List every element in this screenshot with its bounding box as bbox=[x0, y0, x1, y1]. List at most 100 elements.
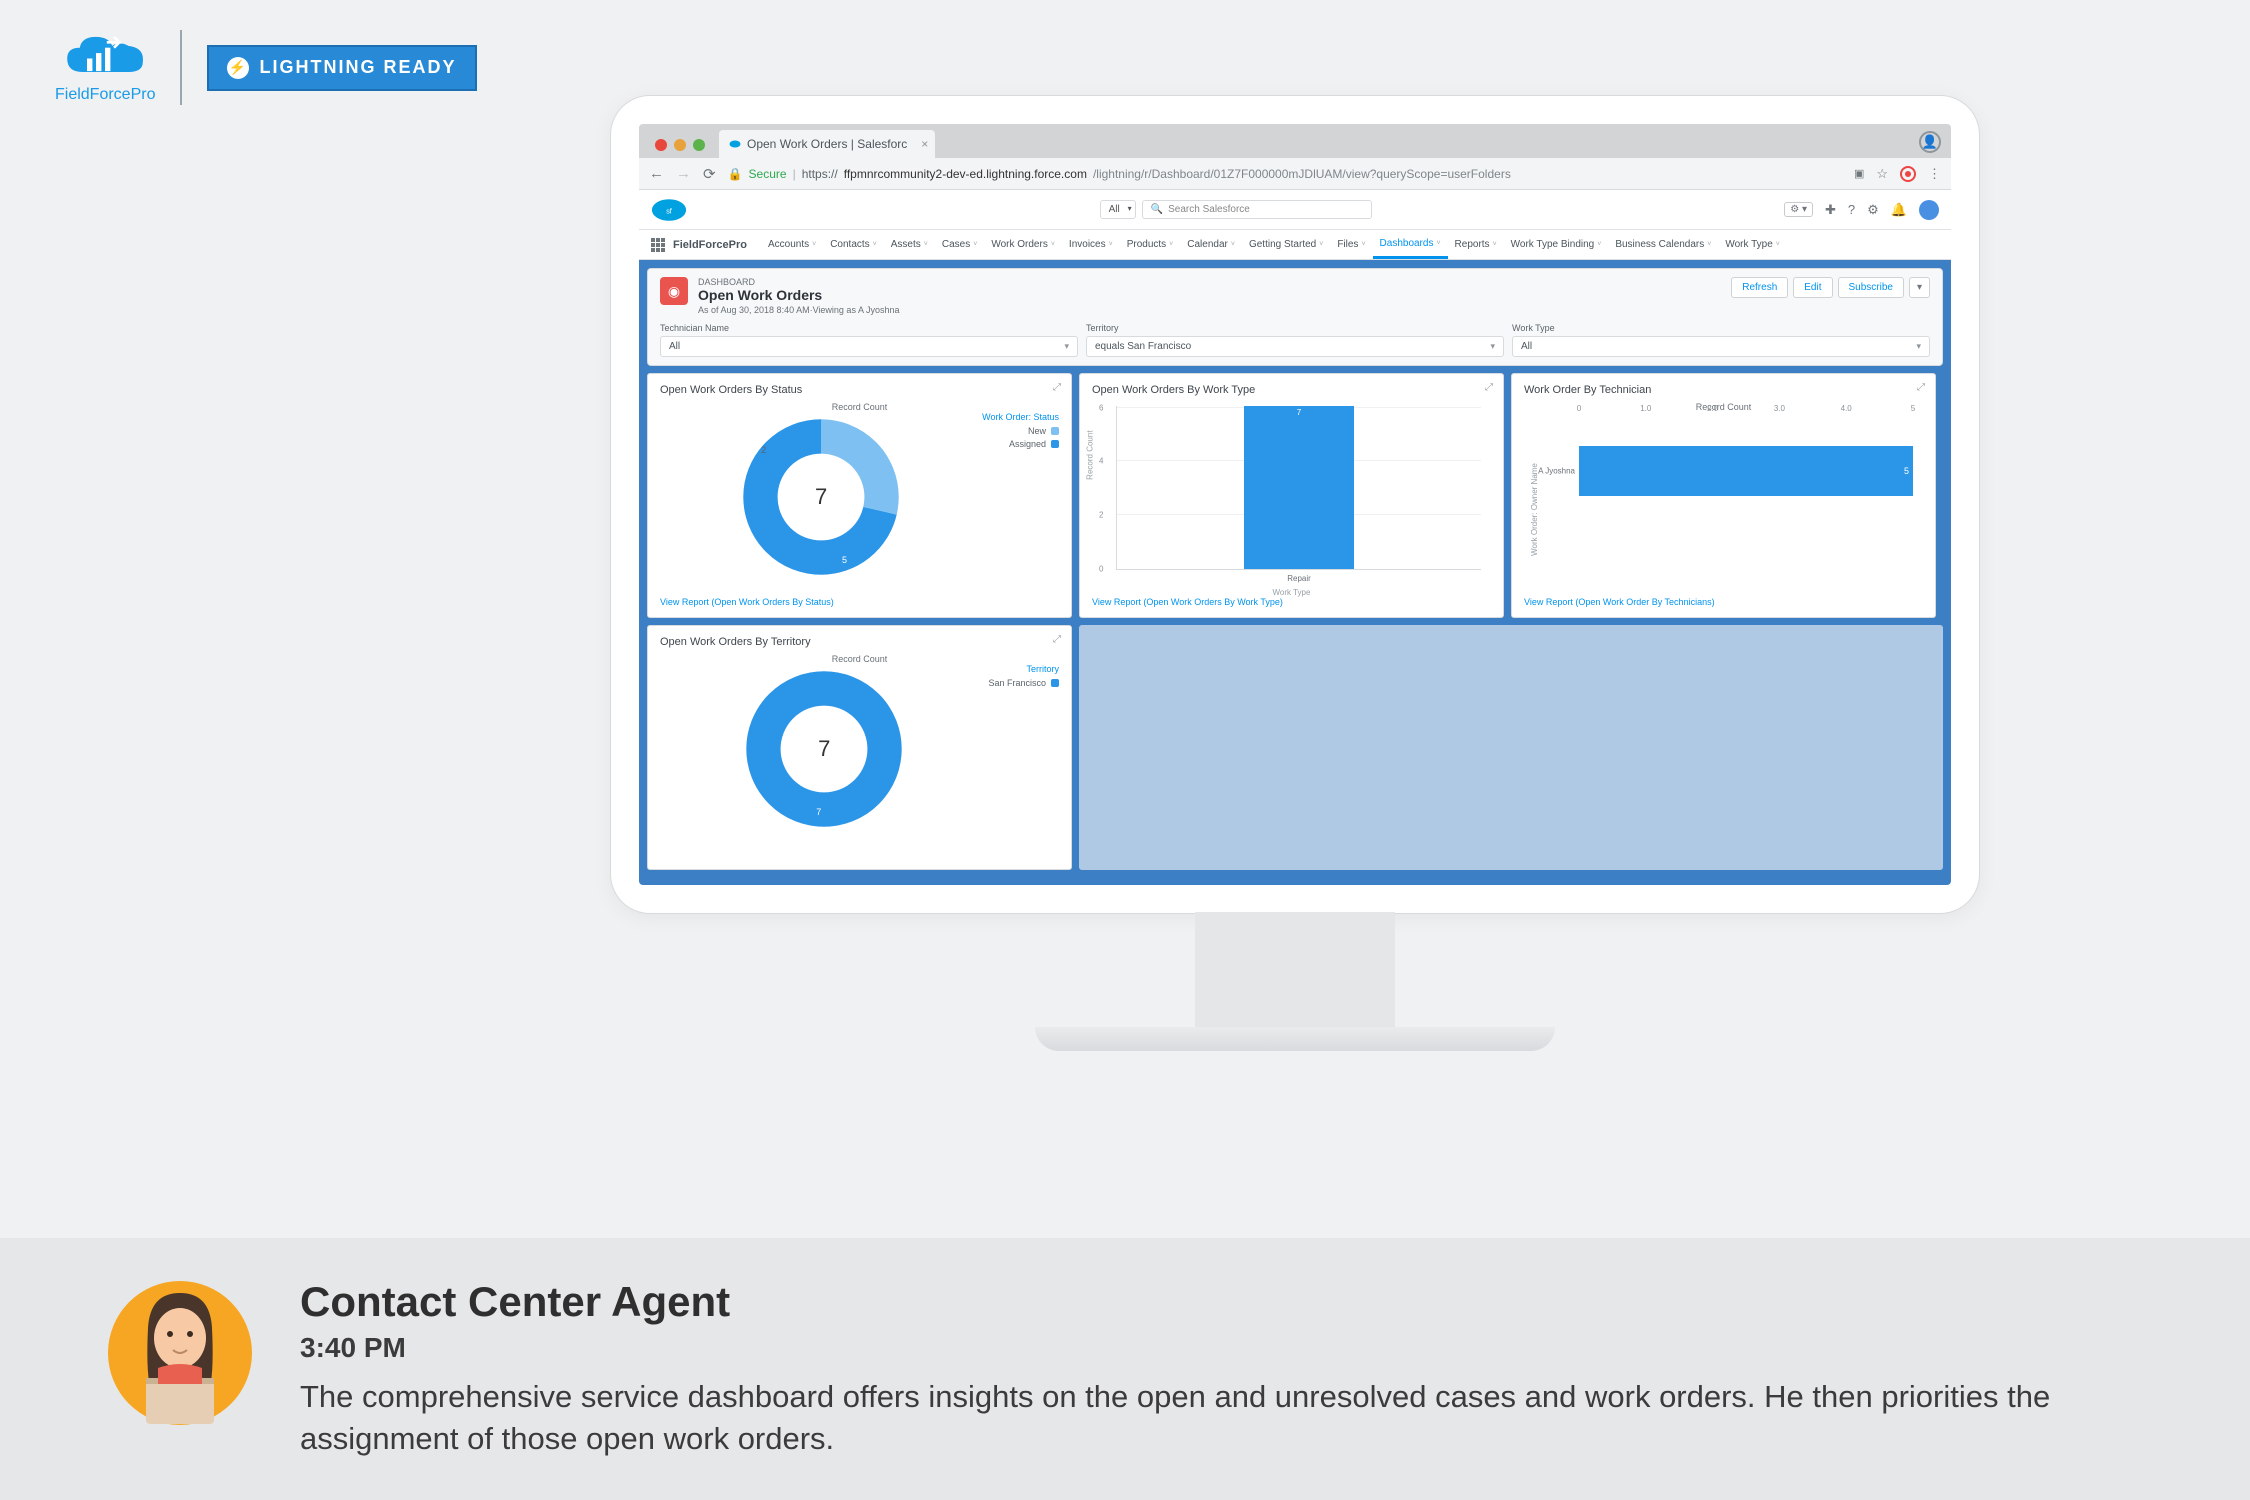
tab-close-icon[interactable]: × bbox=[921, 137, 928, 151]
donut-chart-status: 7 2 5 bbox=[741, 417, 901, 577]
brand-bar: FieldForcePro ⚡ LIGHTNING READY bbox=[55, 30, 477, 105]
filter-select[interactable]: All bbox=[1512, 336, 1930, 357]
page-title: Open Work Orders bbox=[698, 287, 1721, 303]
card-by-technician: ⤢ Work Order By Technician Record Count … bbox=[1511, 373, 1936, 618]
menu-icon[interactable]: ⋮ bbox=[1928, 166, 1941, 182]
svg-text:sf: sf bbox=[666, 206, 672, 215]
bar-value: 7 bbox=[1297, 408, 1301, 417]
segment-label-assigned: 5 bbox=[842, 555, 847, 565]
app-name-label: FieldForcePro bbox=[673, 239, 747, 251]
segment-label-sf: 7 bbox=[816, 807, 821, 817]
search-scope-dropdown[interactable]: All bbox=[1100, 200, 1136, 219]
x-axis-label: Work Type bbox=[1092, 588, 1491, 597]
brand-name: FieldForcePro bbox=[55, 86, 155, 104]
nav-item-cases[interactable]: Cases˅ bbox=[935, 230, 984, 259]
bar-value: 5 bbox=[1904, 466, 1909, 476]
nav-item-dashboards[interactable]: Dashboards˅ bbox=[1373, 230, 1448, 259]
view-report-link[interactable]: View Report (Open Work Order By Technici… bbox=[1524, 597, 1923, 607]
nav-item-assets[interactable]: Assets˅ bbox=[884, 230, 935, 259]
add-icon[interactable]: ✚ bbox=[1825, 202, 1836, 218]
nav-item-calendar[interactable]: Calendar˅ bbox=[1180, 230, 1242, 259]
cloud-icon bbox=[60, 31, 150, 86]
minimize-dot[interactable] bbox=[674, 139, 686, 151]
y-axis-label: Record Count bbox=[1086, 430, 1095, 479]
nav-item-products[interactable]: Products˅ bbox=[1120, 230, 1181, 259]
filter-select[interactable]: equals San Francisco bbox=[1086, 336, 1504, 357]
reload-button[interactable]: ⟳ bbox=[703, 165, 716, 183]
gear-icon[interactable]: ⚙ bbox=[1867, 202, 1879, 218]
dashboard-header: ◉ DASHBOARD Open Work Orders As of Aug 3… bbox=[647, 268, 1943, 366]
persona-title: Contact Center Agent bbox=[300, 1278, 2150, 1326]
dashboard-container: ◉ DASHBOARD Open Work Orders As of Aug 3… bbox=[639, 260, 1951, 885]
edit-button[interactable]: Edit bbox=[1793, 277, 1832, 298]
nav-item-accounts[interactable]: Accounts˅ bbox=[761, 230, 823, 259]
setup-dropdown[interactable]: ⚙ ▾ bbox=[1784, 202, 1813, 217]
search-input[interactable]: 🔍 Search Salesforce bbox=[1142, 200, 1372, 219]
nav-item-reports[interactable]: Reports˅ bbox=[1448, 230, 1504, 259]
expand-icon[interactable]: ⤢ bbox=[1917, 382, 1925, 393]
avatar[interactable] bbox=[1919, 200, 1939, 220]
url-field[interactable]: 🔒 Secure | https://ffpmnrcommunity2-dev-… bbox=[728, 167, 1842, 181]
browser-profile-icon[interactable]: 👤 bbox=[1919, 131, 1941, 153]
more-actions-button[interactable]: ▾ bbox=[1909, 277, 1930, 298]
expand-icon[interactable]: ⤢ bbox=[1485, 382, 1493, 393]
browser-tabbar: Open Work Orders | Salesforc × 👤 bbox=[639, 124, 1951, 158]
card-open-by-territory: ⤢ Open Work Orders By Territory Record C… bbox=[647, 625, 1072, 870]
nav-item-invoices[interactable]: Invoices˅ bbox=[1062, 230, 1120, 259]
donut-total: 7 bbox=[741, 417, 901, 577]
tab-title: Open Work Orders | Salesforc bbox=[747, 137, 907, 151]
dashboard-subtitle: As of Aug 30, 2018 8:40 AM·Viewing as A … bbox=[698, 305, 1721, 315]
empty-space bbox=[1079, 625, 1943, 870]
url-host: ffpmnrcommunity2-dev-ed.lightning.force.… bbox=[844, 167, 1087, 181]
nav-item-work-orders[interactable]: Work Orders˅ bbox=[984, 230, 1062, 259]
salesforce-nav: FieldForcePro Accounts˅Contacts˅Assets˅C… bbox=[639, 230, 1951, 260]
bell-icon[interactable]: 🔔 bbox=[1891, 202, 1907, 218]
segment-label-new: 2 bbox=[761, 445, 766, 455]
refresh-button[interactable]: Refresh bbox=[1731, 277, 1788, 298]
legend-territory: Territory San Francisco bbox=[988, 664, 1059, 859]
caption-bar: Contact Center Agent 3:40 PM The compreh… bbox=[0, 1238, 2250, 1500]
browser-tab[interactable]: Open Work Orders | Salesforc × bbox=[719, 130, 935, 158]
help-icon[interactable]: ? bbox=[1848, 202, 1855, 217]
subscribe-button[interactable]: Subscribe bbox=[1838, 277, 1904, 298]
search-icon: 🔍 bbox=[1151, 204, 1163, 215]
nav-item-work-type[interactable]: Work Type˅ bbox=[1718, 230, 1787, 259]
bookmark-icon[interactable]: ▣ bbox=[1854, 167, 1864, 180]
fieldforcepro-logo: FieldForcePro bbox=[55, 31, 155, 104]
close-dot[interactable] bbox=[655, 139, 667, 151]
metric-label: Record Count bbox=[1524, 402, 1923, 412]
nav-item-work-type-binding[interactable]: Work Type Binding˅ bbox=[1504, 230, 1609, 259]
extension-icon[interactable] bbox=[1900, 166, 1916, 182]
view-report-link[interactable]: View Report (Open Work Orders By Work Ty… bbox=[1092, 597, 1491, 607]
nav-item-business-calendars[interactable]: Business Calendars˅ bbox=[1608, 230, 1718, 259]
forward-button[interactable]: → bbox=[676, 165, 691, 182]
dashboard-kicker: DASHBOARD bbox=[698, 277, 1721, 287]
card-title: Work Order By Technician bbox=[1524, 384, 1923, 396]
search-placeholder: Search Salesforce bbox=[1168, 204, 1250, 215]
salesforce-logo[interactable]: sf bbox=[651, 198, 687, 222]
nav-item-files[interactable]: Files˅ bbox=[1330, 230, 1372, 259]
expand-icon[interactable]: ⤢ bbox=[1053, 382, 1061, 393]
expand-icon[interactable]: ⤢ bbox=[1053, 634, 1061, 645]
window-controls[interactable] bbox=[655, 139, 705, 151]
card-title: Open Work Orders By Territory bbox=[660, 636, 1059, 648]
nav-item-contacts[interactable]: Contacts˅ bbox=[823, 230, 884, 259]
bolt-icon: ⚡ bbox=[227, 57, 249, 79]
view-report-link[interactable]: View Report (Open Work Orders By Status) bbox=[660, 597, 1059, 607]
back-button[interactable]: ← bbox=[649, 165, 664, 182]
badge-label: LIGHTNING READY bbox=[259, 57, 456, 78]
lightning-ready-badge: ⚡ LIGHTNING READY bbox=[207, 45, 476, 91]
maximize-dot[interactable] bbox=[693, 139, 705, 151]
filter-work-type: Work TypeAll bbox=[1512, 323, 1930, 357]
legend-status: Work Order: Status New Assigned bbox=[982, 412, 1059, 597]
x-category: Repair bbox=[1287, 574, 1311, 583]
card-open-by-status: ⤢ Open Work Orders By Status Record Coun… bbox=[647, 373, 1072, 618]
donut-total: 7 bbox=[744, 669, 904, 829]
caption-time: 3:40 PM bbox=[300, 1332, 2150, 1364]
filter-select[interactable]: All bbox=[660, 336, 1078, 357]
card-title: Open Work Orders By Status bbox=[660, 384, 1059, 396]
nav-item-getting-started[interactable]: Getting Started˅ bbox=[1242, 230, 1330, 259]
salesforce-favicon bbox=[729, 138, 741, 150]
star-icon[interactable]: ☆ bbox=[1876, 166, 1888, 182]
app-launcher-icon[interactable] bbox=[651, 238, 665, 252]
